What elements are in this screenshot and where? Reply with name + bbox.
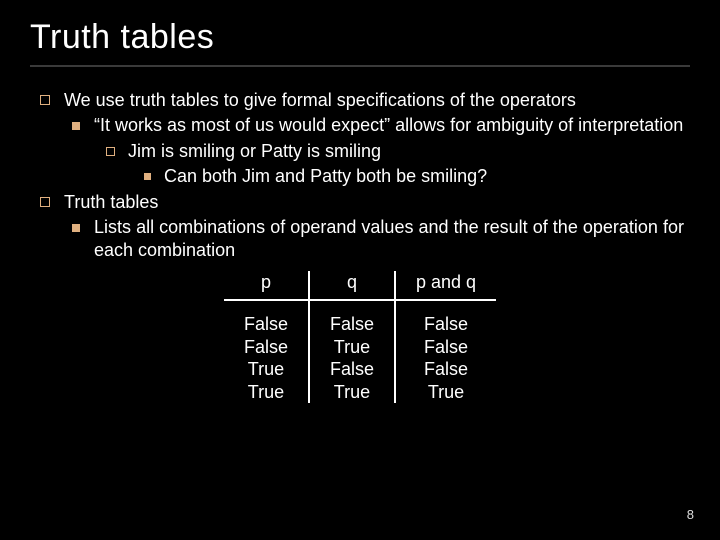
cell-p: False [224, 336, 309, 359]
bullet-level1: “It works as most of us would expect” al… [36, 114, 684, 137]
square-fill-icon [144, 173, 151, 180]
bullet-level0: We use truth tables to give formal speci… [36, 89, 684, 112]
bullet-text: Lists all combinations of operand values… [94, 217, 684, 260]
cell-p: True [224, 381, 309, 404]
cell-q: True [309, 381, 395, 404]
table-row: True True True [224, 381, 496, 404]
table-spacer [224, 300, 496, 313]
slide: Truth tables We use truth tables to give… [0, 0, 720, 540]
bullet-level2: Jim is smiling or Patty is smiling [36, 140, 684, 163]
slide-body: We use truth tables to give formal speci… [30, 89, 690, 403]
cell-p: True [224, 358, 309, 381]
title-block: Truth tables [30, 18, 690, 71]
bullet-text: We use truth tables to give formal speci… [64, 90, 576, 110]
bullet-level3: Can both Jim and Patty both be smiling? [36, 165, 684, 188]
truth-table: p q p and q False False False False True [224, 271, 496, 404]
bullet-text: Can both Jim and Patty both be smiling? [164, 166, 487, 186]
table-row: True False False [224, 358, 496, 381]
bullet-level0: Truth tables [36, 191, 684, 214]
square-fill-icon [72, 122, 80, 130]
square-open-icon [40, 197, 50, 207]
bullet-text: Truth tables [64, 192, 158, 212]
table-row: False False False [224, 313, 496, 336]
bullet-text: Jim is smiling or Patty is smiling [128, 141, 381, 161]
slide-title: Truth tables [30, 18, 690, 57]
col-header-pandq: p and q [395, 271, 496, 301]
table-header-row: p q p and q [224, 271, 496, 301]
cell-p: False [224, 313, 309, 336]
cell-q: False [309, 313, 395, 336]
truth-table-wrap: p q p and q False False False False True [36, 271, 684, 404]
cell-result: False [395, 358, 496, 381]
bullet-text: “It works as most of us would expect” al… [94, 115, 683, 135]
cell-q: True [309, 336, 395, 359]
table-row: False True False [224, 336, 496, 359]
cell-result: False [395, 336, 496, 359]
page-number: 8 [687, 507, 694, 522]
cell-q: False [309, 358, 395, 381]
cell-result: True [395, 381, 496, 404]
col-header-q: q [309, 271, 395, 301]
bullet-level1: Lists all combinations of operand values… [36, 216, 684, 263]
title-rule [30, 65, 690, 67]
square-fill-icon [72, 224, 80, 232]
square-open-icon [106, 147, 115, 156]
square-open-icon [40, 95, 50, 105]
cell-result: False [395, 313, 496, 336]
col-header-p: p [224, 271, 309, 301]
